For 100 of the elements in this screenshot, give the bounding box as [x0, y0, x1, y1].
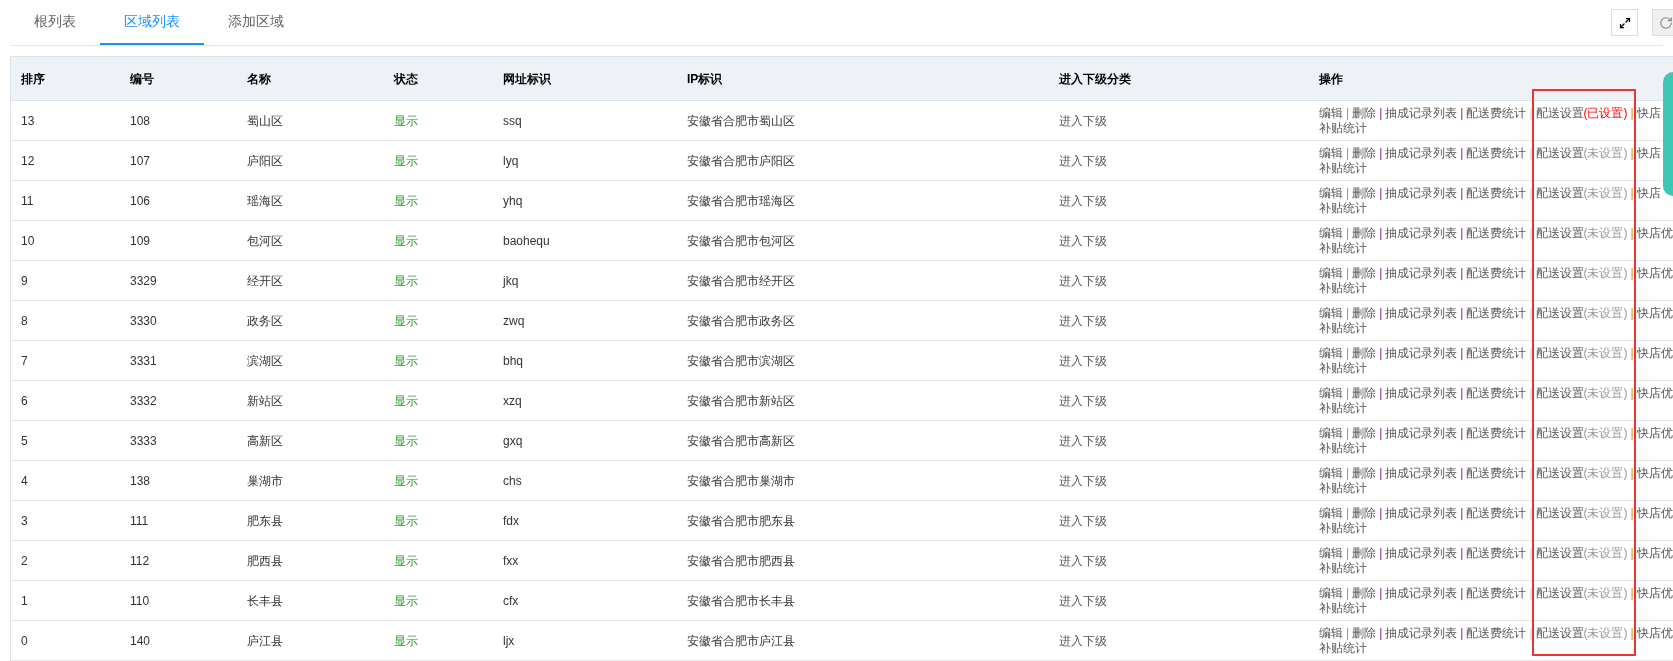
action-link[interactable]: 配送费统计: [1466, 145, 1527, 161]
sublevel-link[interactable]: 进入下级: [1059, 633, 1107, 648]
delivery-settings-link[interactable]: 配送设置(已设置): [1535, 105, 1628, 121]
action-link[interactable]: 删除: [1352, 465, 1377, 481]
action-link[interactable]: 快店优: [1636, 305, 1673, 321]
sublevel-link[interactable]: 进入下级: [1059, 313, 1107, 328]
delivery-settings-link[interactable]: 配送设置(未设置): [1535, 225, 1628, 241]
action-link[interactable]: 删除: [1352, 185, 1377, 201]
delivery-settings-link[interactable]: 配送设置(未设置): [1535, 625, 1628, 641]
action-link[interactable]: 删除: [1352, 545, 1377, 561]
sublevel-link[interactable]: 进入下级: [1059, 353, 1107, 368]
refresh-button[interactable]: [1652, 9, 1673, 36]
action-link[interactable]: 删除: [1352, 625, 1377, 641]
sublevel-link[interactable]: 进入下级: [1059, 393, 1107, 408]
action-link[interactable]: 编辑: [1319, 385, 1343, 401]
action-link[interactable]: 快店优: [1636, 265, 1673, 281]
action-link[interactable]: 快店优: [1636, 545, 1673, 561]
delivery-settings-link[interactable]: 配送设置(未设置): [1535, 545, 1628, 561]
action-link[interactable]: 补贴统计: [1319, 240, 1367, 256]
action-link[interactable]: 删除: [1352, 225, 1377, 241]
action-link[interactable]: 配送费统计: [1466, 305, 1527, 321]
action-link[interactable]: 删除: [1352, 265, 1377, 281]
action-link[interactable]: 编辑: [1319, 185, 1343, 201]
action-link[interactable]: 编辑: [1319, 265, 1343, 281]
action-link[interactable]: 快店优: [1636, 425, 1673, 441]
action-link[interactable]: 配送费统计: [1466, 545, 1527, 561]
action-link[interactable]: 快店优: [1636, 345, 1673, 361]
action-link[interactable]: 快店优: [1636, 505, 1673, 521]
action-link[interactable]: 快店: [1636, 105, 1661, 121]
action-link[interactable]: 抽成记录列表: [1385, 425, 1458, 441]
action-link[interactable]: 抽成记录列表: [1385, 625, 1458, 641]
action-link[interactable]: 抽成记录列表: [1385, 505, 1458, 521]
delivery-settings-link[interactable]: 配送设置(未设置): [1535, 265, 1628, 281]
action-link[interactable]: 快店优: [1636, 625, 1673, 641]
delivery-settings-link[interactable]: 配送设置(未设置): [1535, 345, 1628, 361]
sublevel-link[interactable]: 进入下级: [1059, 473, 1107, 488]
sublevel-link[interactable]: 进入下级: [1059, 233, 1107, 248]
sublevel-link[interactable]: 进入下级: [1059, 153, 1107, 168]
action-link[interactable]: 抽成记录列表: [1385, 105, 1458, 121]
action-link[interactable]: 编辑: [1319, 585, 1343, 601]
action-link[interactable]: 删除: [1352, 505, 1377, 521]
action-link[interactable]: 补贴统计: [1319, 400, 1367, 416]
action-link[interactable]: 快店优: [1636, 385, 1673, 401]
action-link[interactable]: 抽成记录列表: [1385, 305, 1458, 321]
action-link[interactable]: 配送费统计: [1466, 385, 1527, 401]
delivery-settings-link[interactable]: 配送设置(未设置): [1535, 425, 1628, 441]
action-link[interactable]: 编辑: [1319, 145, 1343, 161]
sublevel-link[interactable]: 进入下级: [1059, 113, 1107, 128]
action-link[interactable]: 补贴统计: [1319, 320, 1367, 336]
action-link[interactable]: 配送费统计: [1466, 105, 1527, 121]
action-link[interactable]: 补贴统计: [1319, 520, 1367, 536]
tab[interactable]: 添加区域: [204, 0, 308, 45]
delivery-settings-link[interactable]: 配送设置(未设置): [1535, 505, 1628, 521]
action-link[interactable]: 删除: [1352, 345, 1377, 361]
action-link[interactable]: 抽成记录列表: [1385, 185, 1458, 201]
action-link[interactable]: 删除: [1352, 585, 1377, 601]
action-link[interactable]: 编辑: [1319, 105, 1343, 121]
action-link[interactable]: 编辑: [1319, 545, 1343, 561]
action-link[interactable]: 补贴统计: [1319, 200, 1367, 216]
action-link[interactable]: 抽成记录列表: [1385, 145, 1458, 161]
action-link[interactable]: 抽成记录列表: [1385, 225, 1458, 241]
action-link[interactable]: 快店优: [1636, 465, 1673, 481]
action-link[interactable]: 补贴统计: [1319, 480, 1367, 496]
action-link[interactable]: 编辑: [1319, 625, 1343, 641]
action-link[interactable]: 配送费统计: [1466, 625, 1527, 641]
action-link[interactable]: 补贴统计: [1319, 120, 1367, 136]
delivery-settings-link[interactable]: 配送设置(未设置): [1535, 585, 1628, 601]
action-link[interactable]: 编辑: [1319, 345, 1343, 361]
action-link[interactable]: 配送费统计: [1466, 505, 1527, 521]
action-link[interactable]: 编辑: [1319, 465, 1343, 481]
action-link[interactable]: 配送费统计: [1466, 225, 1527, 241]
action-link[interactable]: 快店优: [1636, 225, 1673, 241]
action-link[interactable]: 编辑: [1319, 505, 1343, 521]
action-link[interactable]: 编辑: [1319, 225, 1343, 241]
action-link[interactable]: 编辑: [1319, 305, 1343, 321]
sublevel-link[interactable]: 进入下级: [1059, 433, 1107, 448]
action-link[interactable]: 补贴统计: [1319, 160, 1367, 176]
sublevel-link[interactable]: 进入下级: [1059, 193, 1107, 208]
action-link[interactable]: 抽成记录列表: [1385, 545, 1458, 561]
action-link[interactable]: 快店: [1636, 145, 1661, 161]
sublevel-link[interactable]: 进入下级: [1059, 553, 1107, 568]
action-link[interactable]: 删除: [1352, 105, 1377, 121]
action-link[interactable]: 抽成记录列表: [1385, 385, 1458, 401]
action-link[interactable]: 补贴统计: [1319, 440, 1367, 456]
action-link[interactable]: 配送费统计: [1466, 345, 1527, 361]
tab[interactable]: 根列表: [10, 0, 100, 45]
action-link[interactable]: 删除: [1352, 425, 1377, 441]
fullscreen-button[interactable]: [1611, 9, 1638, 36]
sublevel-link[interactable]: 进入下级: [1059, 593, 1107, 608]
action-link[interactable]: 配送费统计: [1466, 185, 1527, 201]
sublevel-link[interactable]: 进入下级: [1059, 513, 1107, 528]
action-link[interactable]: 删除: [1352, 385, 1377, 401]
action-link[interactable]: 抽成记录列表: [1385, 465, 1458, 481]
action-link[interactable]: 补贴统计: [1319, 600, 1367, 616]
action-link[interactable]: 抽成记录列表: [1385, 585, 1458, 601]
action-link[interactable]: 补贴统计: [1319, 560, 1367, 576]
action-link[interactable]: 抽成记录列表: [1385, 265, 1458, 281]
action-link[interactable]: 配送费统计: [1466, 465, 1527, 481]
action-link[interactable]: 编辑: [1319, 425, 1343, 441]
action-link[interactable]: 抽成记录列表: [1385, 345, 1458, 361]
